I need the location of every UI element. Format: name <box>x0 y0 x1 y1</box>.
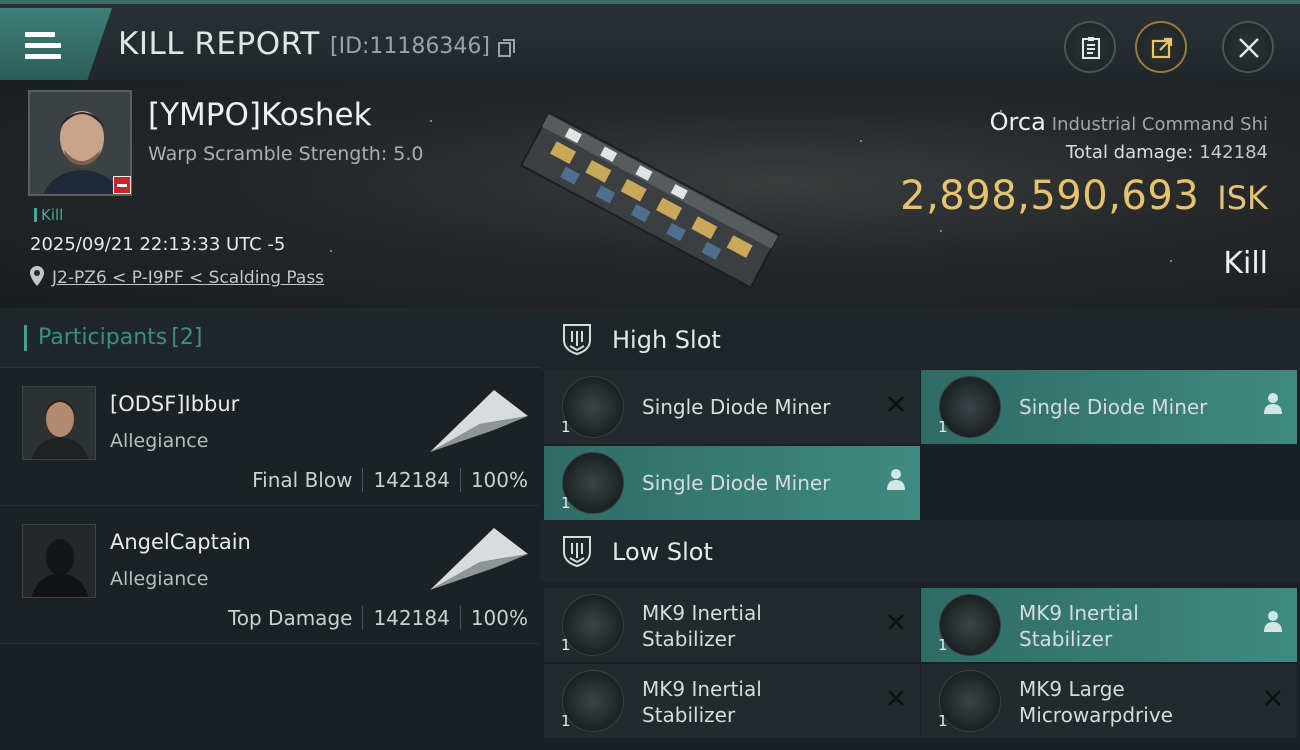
microwarpdrive-module-icon <box>939 670 1001 732</box>
participant-avatar <box>22 524 96 598</box>
item-quantity: 1 <box>938 636 948 654</box>
fitting-item[interactable]: 1 MK9 Inertial Stabilizer <box>921 588 1297 662</box>
high-slot-items: 1 Single Diode Miner 1 Single Diode Mine… <box>540 370 1300 520</box>
total-damage: Total damage: 142184 <box>1066 142 1268 163</box>
miner-module-icon <box>562 452 624 514</box>
close-icon <box>1239 38 1259 58</box>
miner-module-icon <box>562 376 624 438</box>
participant-percent: 100% <box>470 606 528 630</box>
fitting-item[interactable]: 1 Single Diode Miner <box>921 370 1297 444</box>
participant-row[interactable]: AngelCaptain Allegiance Top Damage 142184… <box>0 506 540 644</box>
participants-count: [2] <box>171 325 203 350</box>
fitting-item[interactable]: 1 MK9 Large Microwarpdrive <box>921 664 1297 738</box>
stabilizer-module-icon <box>562 670 624 732</box>
kill-tag: Kill <box>34 206 63 224</box>
participants-panel: Participants [2] [ODSF]Ibbur Allegiance F… <box>0 308 540 750</box>
fitting-item[interactable]: 1 Single Diode Miner <box>544 370 920 444</box>
item-quantity: 1 <box>938 712 948 730</box>
report-button[interactable] <box>1064 21 1116 73</box>
participant-ship-icon <box>430 528 528 590</box>
participant-damage: 142184 <box>373 468 450 492</box>
menu-icon[interactable] <box>25 32 61 62</box>
participant-stats: Final Blow 142184 100% <box>252 468 528 492</box>
participant-damage: 142184 <box>373 606 450 630</box>
clipboard-icon <box>1082 37 1100 59</box>
participant-avatar <box>22 386 96 460</box>
high-slot-header: High Slot <box>540 308 1300 370</box>
participant-percent: 100% <box>470 468 528 492</box>
result-label: Kill <box>1223 246 1268 281</box>
participant-row[interactable]: [ODSF]Ibbur Allegiance Final Blow 142184 1… <box>0 368 540 506</box>
destroyed-x-icon <box>888 690 904 706</box>
item-quantity: 1 <box>561 494 571 512</box>
destroyed-x-icon <box>888 396 904 412</box>
warp-scramble-strength: Warp Scramble Strength: 5.0 <box>148 143 424 165</box>
report-id: [ID:11186346] <box>330 34 490 59</box>
isk-value: 2,898,590,693 <box>900 173 1200 219</box>
item-name: Single Diode Miner <box>642 471 831 495</box>
item-quantity: 1 <box>561 712 571 730</box>
fitting-item[interactable]: 1 MK9 Inertial Stabilizer <box>544 588 920 662</box>
miner-module-icon <box>939 376 1001 438</box>
ship-name[interactable]: Orca <box>990 108 1046 136</box>
item-quantity: 1 <box>561 636 571 654</box>
destroyed-x-icon <box>1265 690 1281 706</box>
stabilizer-module-icon <box>562 594 624 656</box>
participant-name: [ODSF]Ibbur <box>110 392 240 416</box>
low-slot-title: Low Slot <box>612 538 713 566</box>
location-pin-icon <box>30 266 44 286</box>
fitting-item[interactable]: 1 Single Diode Miner <box>544 446 920 520</box>
item-quantity: 1 <box>938 418 948 436</box>
fitting-item[interactable]: 1 MK9 Inertial Stabilizer <box>544 664 920 738</box>
destroyed-x-icon <box>888 614 904 630</box>
close-button[interactable] <box>1222 21 1274 73</box>
participant-ship-icon <box>430 390 528 452</box>
ship-info: Orca Industrial Command Shi <box>990 108 1268 136</box>
item-name: MK9 Large Microwarpdrive <box>1019 677 1173 727</box>
ship-image <box>519 111 781 289</box>
participant-role: Final Blow <box>252 468 353 492</box>
share-button[interactable] <box>1135 21 1187 73</box>
total-damage-label: Total damage: <box>1065 142 1194 163</box>
ship-class: Industrial Command Shi <box>1051 114 1268 135</box>
low-slot-items: 1 MK9 Inertial Stabilizer 1 MK9 Inertial… <box>540 582 1300 750</box>
low-slot-header: Low Slot <box>540 520 1300 582</box>
standing-badge <box>113 176 131 194</box>
location-link[interactable]: J2-PZ6 < P-I9PF < Scalding Pass <box>52 268 324 288</box>
participants-title: Participants [2] <box>38 325 203 350</box>
share-icon <box>1151 37 1173 59</box>
participant-corp: Allegiance <box>110 568 209 590</box>
shield-slot-icon <box>563 536 591 568</box>
isk-value-row: 2,898,590,693 ISK <box>900 173 1268 219</box>
participant-role: Top Damage <box>227 606 353 630</box>
top-bar: KILL REPORT [ID:11186346] <box>0 0 1300 80</box>
dropped-user-icon <box>1264 611 1282 632</box>
fitting-panel: High Slot 1 Single Diode Miner 1 Single … <box>540 308 1300 750</box>
participant-name: AngelCaptain <box>110 530 251 554</box>
item-name: MK9 Inertial Stabilizer <box>642 677 762 727</box>
item-name: Single Diode Miner <box>642 395 831 419</box>
isk-unit: ISK <box>1217 179 1268 217</box>
participants-header: Participants [2] <box>0 308 540 368</box>
item-name: MK9 Inertial Stabilizer <box>1019 601 1139 651</box>
participant-corp: Allegiance <box>110 430 209 452</box>
total-damage-value: 142184 <box>1199 142 1268 163</box>
participant-stats: Top Damage 142184 100% <box>228 606 528 630</box>
kill-timestamp: 2025/09/21 22:13:33 UTC -5 <box>30 234 286 255</box>
item-name: Single Diode Miner <box>1019 395 1208 419</box>
dropped-user-icon <box>887 469 905 490</box>
victim-name[interactable]: [YMPO]Koshek <box>148 97 372 133</box>
menu-tab[interactable] <box>0 8 112 80</box>
shield-slot-icon <box>563 324 591 356</box>
dropped-user-icon <box>1264 393 1282 414</box>
copy-icon[interactable] <box>497 38 517 58</box>
stabilizer-module-icon <box>939 594 1001 656</box>
high-slot-title: High Slot <box>612 326 721 354</box>
item-name: MK9 Inertial Stabilizer <box>642 601 762 651</box>
item-quantity: 1 <box>561 418 571 436</box>
page-title: KILL REPORT <box>118 26 320 62</box>
